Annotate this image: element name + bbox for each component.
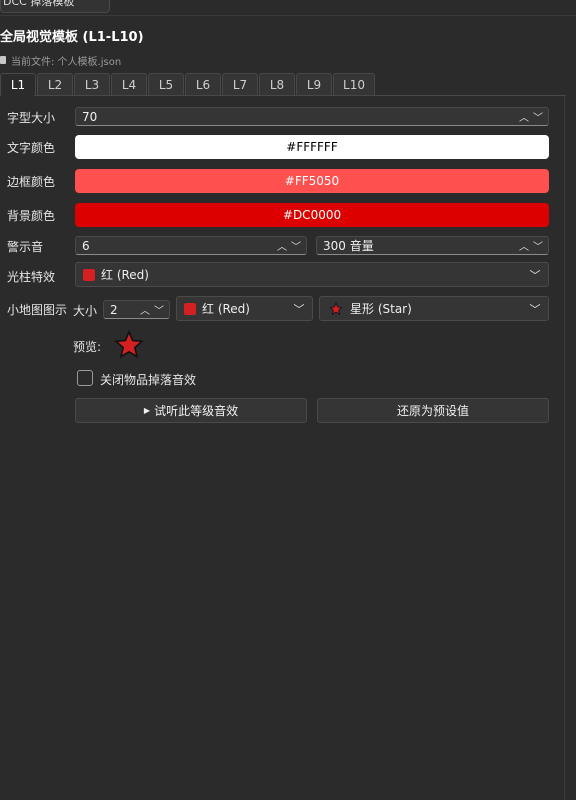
chevron-down-icon: ﹀ — [529, 268, 541, 282]
current-file-row: 当前文件: 个人模板.json — [0, 53, 122, 68]
star-icon — [114, 330, 144, 359]
chevron-up-icon[interactable]: ︿ — [140, 302, 150, 317]
chevron-down-icon: ﹀ — [293, 302, 305, 316]
minimap-color-dropdown[interactable]: 红 (Red) ﹀ — [176, 296, 313, 321]
panel-right-border — [564, 96, 565, 800]
file-icon — [0, 56, 6, 64]
reset-button[interactable]: 还原为预设值 — [317, 398, 549, 423]
text-color-label: 文字颜色 — [7, 141, 56, 155]
font-size-label: 字型大小 — [7, 111, 56, 125]
tab-l6[interactable]: L6 — [185, 73, 221, 95]
tab-l7[interactable]: L7 — [222, 73, 258, 95]
preview-sound-label: 试听此等级音效 — [154, 404, 239, 418]
tab-l5[interactable]: L5 — [148, 73, 184, 95]
tab-l8[interactable]: L8 — [259, 73, 295, 95]
play-icon: ▶ — [143, 406, 151, 415]
bg-color-button[interactable]: #DC0000 — [75, 203, 549, 227]
reset-label: 还原为预设值 — [396, 404, 469, 418]
minimap-size-value: 2 — [110, 302, 118, 317]
chevron-down-icon: ﹀ — [529, 302, 541, 316]
top-divider — [0, 15, 576, 16]
font-size-value: 70 — [82, 109, 98, 124]
star-icon — [329, 301, 343, 315]
text-color-button[interactable]: #FFFFFF — [75, 135, 549, 159]
preview-label: 预览: — [73, 340, 102, 354]
chevron-down-icon[interactable]: ﹀ — [533, 109, 543, 124]
tab-l10[interactable]: L10 — [333, 73, 375, 95]
mute-drop-checkbox[interactable] — [77, 370, 93, 386]
tab-divider — [34, 95, 566, 96]
minimap-label: 小地图图示 — [7, 303, 68, 317]
alert-sound-value: 6 — [82, 238, 90, 253]
minimap-size-spinbox[interactable]: 2 ︿ ﹀ — [103, 300, 170, 319]
beam-effect-label: 光柱特效 — [7, 270, 56, 284]
alert-sound-label: 警示音 — [7, 240, 44, 254]
top-window-tab[interactable]: DCC 掉落模板 — [0, 0, 110, 13]
minimap-shape-dropdown[interactable]: 星形 (Star) ﹀ — [319, 296, 549, 321]
chevron-up-icon[interactable]: ︿ — [519, 109, 529, 124]
chevron-down-icon[interactable]: ﹀ — [533, 238, 543, 253]
minimap-color-swatch — [184, 302, 196, 315]
current-file-label: 当前文件: 个人模板.json — [11, 56, 122, 68]
tab-l1[interactable]: L1 — [0, 73, 36, 96]
minimap-color-value: 红 (Red) — [202, 302, 250, 316]
tab-l3[interactable]: L3 — [74, 73, 110, 95]
border-color-value: #FF5050 — [284, 174, 340, 188]
border-color-label: 边框颜色 — [7, 175, 56, 189]
preview-sound-button[interactable]: ▶ 试听此等级音效 — [75, 398, 307, 423]
chevron-up-icon[interactable]: ︿ — [277, 238, 287, 253]
tab-l9[interactable]: L9 — [296, 73, 332, 95]
beam-effect-value: 红 (Red) — [101, 268, 149, 282]
mute-drop-label: 关闭物品掉落音效 — [100, 373, 197, 387]
top-window-tab-label: DCC 掉落模板 — [3, 0, 75, 8]
beam-effect-dropdown[interactable]: 红 (Red) ﹀ — [75, 262, 549, 287]
level-tabs: L1 L2 L3 L4 L5 L6 L7 L8 L9 L10 — [0, 73, 375, 96]
chevron-down-icon[interactable]: ﹀ — [291, 238, 301, 253]
text-color-value: #FFFFFF — [286, 140, 338, 154]
minimap-size-label: 大小 — [73, 304, 98, 318]
alert-sound-spinbox[interactable]: 6 ︿ ﹀ — [75, 236, 307, 255]
border-color-button[interactable]: #FF5050 — [75, 169, 549, 193]
bg-color-value: #DC0000 — [282, 208, 342, 222]
tab-l4[interactable]: L4 — [111, 73, 147, 95]
bg-color-label: 背景颜色 — [7, 209, 56, 223]
alert-volume-value: 300 音量 — [323, 239, 374, 253]
font-size-spinbox[interactable]: 70 ︿ ﹀ — [75, 107, 549, 126]
minimap-shape-value: 星形 (Star) — [350, 302, 412, 316]
chevron-up-icon[interactable]: ︿ — [519, 238, 529, 253]
chevron-down-icon[interactable]: ﹀ — [154, 302, 164, 317]
beam-color-swatch — [83, 268, 95, 281]
alert-volume-spinbox[interactable]: 300 音量 ︿ ﹀ — [316, 236, 549, 255]
panel-title: 全局视觉模板 (L1-L10) — [0, 30, 144, 45]
tab-l2[interactable]: L2 — [37, 73, 73, 95]
